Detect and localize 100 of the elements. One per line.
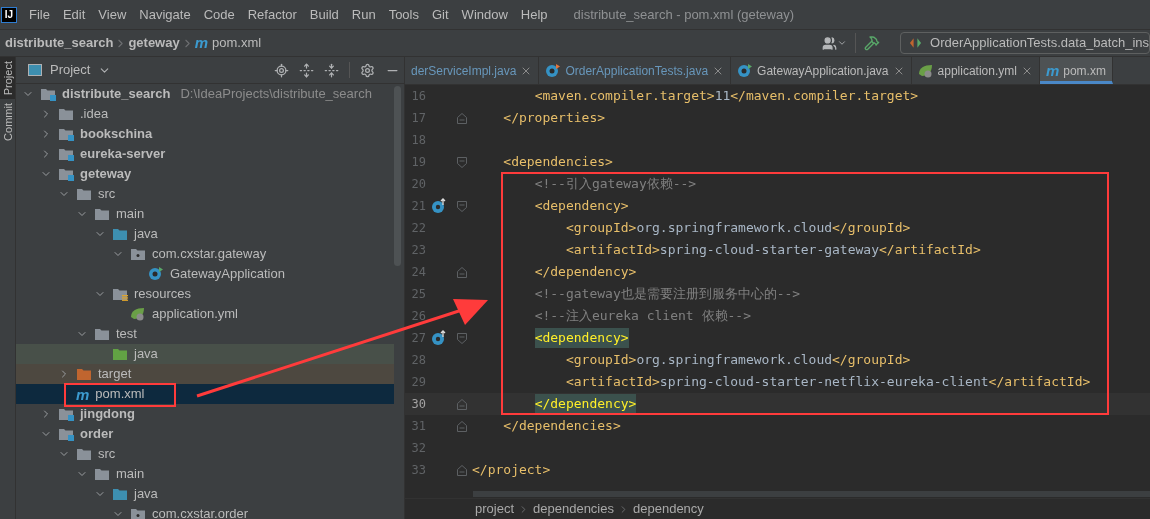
folder-icon xyxy=(94,467,110,481)
menu-item[interactable]: Refactor xyxy=(247,4,297,25)
line-number: 30 xyxy=(410,396,426,413)
class-icon xyxy=(737,62,754,79)
tree-item[interactable]: bookschina xyxy=(16,124,394,144)
maven-icon: m xyxy=(194,31,209,55)
tree-item[interactable]: .idea xyxy=(16,104,394,124)
editor-tab[interactable]: m pom.xm xyxy=(1039,57,1113,84)
nav-crumb[interactable]: pom.xml xyxy=(212,33,262,53)
code-line: <dependencies> xyxy=(502,153,613,172)
line-number: 32 xyxy=(410,440,426,457)
leaf-icon xyxy=(917,62,934,79)
tree-item[interactable]: application.yml xyxy=(16,304,394,324)
tree-item[interactable]: test xyxy=(16,324,394,344)
implemented-marker-icon[interactable] xyxy=(431,198,447,214)
unfold-marker-icon[interactable] xyxy=(457,420,467,432)
tree-item[interactable]: com.cxstar.order xyxy=(16,504,394,519)
tree-item[interactable]: main xyxy=(16,204,394,224)
expand-all-icon[interactable] xyxy=(299,62,314,78)
editor-tab[interactable]: derServiceImpl.java xyxy=(405,57,540,84)
editor-tab[interactable]: OrderApplicationTests.java xyxy=(539,57,732,84)
module-folder-icon xyxy=(58,147,74,161)
code-breadcrumb[interactable]: project xyxy=(475,499,515,519)
unfold-marker-icon[interactable] xyxy=(457,266,467,278)
fold-marker-icon[interactable] xyxy=(457,332,467,344)
tab-label: GatewayApplication.java xyxy=(757,62,889,80)
code-line: <dependency> xyxy=(533,197,629,216)
module-folder-icon xyxy=(58,427,74,441)
tree-item[interactable]: src xyxy=(16,184,394,204)
line-number: 27 xyxy=(410,330,426,347)
module-folder-icon xyxy=(40,87,56,101)
line-number: 31 xyxy=(410,418,426,435)
menu-item[interactable]: Help xyxy=(520,4,548,25)
implemented-marker-icon[interactable] xyxy=(431,330,447,346)
menu-item[interactable]: View xyxy=(98,4,127,25)
tool-window-tab[interactable]: Project xyxy=(0,57,15,100)
locate-icon[interactable] xyxy=(274,62,289,78)
menu-item[interactable]: Window xyxy=(461,4,508,25)
folder-icon xyxy=(94,207,110,221)
tree-item[interactable]: com.cxstar.gateway xyxy=(16,244,394,264)
tab-label: derServiceImpl.java xyxy=(411,62,517,80)
tree-item-label: eureka-server xyxy=(80,145,166,164)
unfold-marker-icon[interactable] xyxy=(457,464,467,476)
menu-item[interactable]: Edit xyxy=(62,4,86,25)
nav-crumb[interactable]: geteway xyxy=(128,33,180,53)
line-number: 22 xyxy=(410,220,426,237)
build-hammer-icon[interactable] xyxy=(864,35,880,51)
fold-marker-icon[interactable] xyxy=(457,156,467,168)
menu-item[interactable]: Navigate xyxy=(139,4,191,25)
line-number: 23 xyxy=(410,242,426,259)
tree-item-label: resources xyxy=(134,285,192,304)
tree-item[interactable]: src xyxy=(16,444,394,464)
tab-label: OrderApplicationTests.java xyxy=(565,62,709,80)
tree-item-label: java xyxy=(134,225,158,244)
nav-crumb[interactable]: distribute_search xyxy=(5,33,114,53)
code-line: </dependencies> xyxy=(502,417,621,436)
code-breadcrumb[interactable]: dependencies xyxy=(533,499,614,519)
source-folder-icon xyxy=(112,227,128,241)
code-breadcrumb[interactable]: dependency xyxy=(633,499,704,519)
tree-item-label: src xyxy=(98,185,116,204)
panel-title[interactable]: Project xyxy=(50,60,91,80)
line-number: 21 xyxy=(410,198,426,215)
menu-item[interactable]: Run xyxy=(351,4,376,25)
unfold-marker-icon[interactable] xyxy=(457,398,467,410)
tree-item[interactable]: java xyxy=(16,484,394,504)
menu-item[interactable]: File xyxy=(29,4,50,25)
tree-item[interactable]: target xyxy=(16,364,394,384)
tree-item[interactable]: resources xyxy=(16,284,394,304)
tree-item[interactable]: m pom.xml xyxy=(16,384,394,404)
code-line: <groupId>org.springframework.cloud</groupId> xyxy=(564,219,911,238)
tree-item-label: src xyxy=(98,445,116,464)
menu-item[interactable]: Git xyxy=(432,4,449,25)
test-folder-icon xyxy=(112,347,128,361)
menu-item[interactable]: Tools xyxy=(388,4,419,25)
editor-tab[interactable]: application.yml xyxy=(911,57,1040,84)
tree-item[interactable]: java xyxy=(16,344,394,364)
fold-marker-icon[interactable] xyxy=(457,200,467,212)
unfold-marker-icon[interactable] xyxy=(457,112,467,124)
window-title: distribute_search - pom.xml (geteway) xyxy=(573,5,794,24)
source-folder-icon xyxy=(112,487,128,501)
line-number: 20 xyxy=(410,176,426,193)
tree-item[interactable]: java xyxy=(16,224,394,244)
tree-item[interactable]: geteway xyxy=(16,164,394,184)
menu-item[interactable]: Code xyxy=(203,4,235,25)
tree-item[interactable]: main xyxy=(16,464,394,484)
run-config-dropdown[interactable]: OrderApplicationTests.data_batch_ins xyxy=(900,32,1150,54)
tree-item[interactable]: distribute_search D:\IdeaProjects\distribute_search xyxy=(16,84,394,104)
tree-item[interactable]: jingdong xyxy=(16,404,394,424)
tree-item[interactable]: GatewayApplication xyxy=(16,264,394,284)
tool-window-tab[interactable]: Commit xyxy=(0,99,15,146)
editor-tab[interactable]: GatewayApplication.java xyxy=(731,57,912,84)
tree-item-label: main xyxy=(116,465,145,484)
menu-item[interactable]: Build xyxy=(309,4,339,25)
account-icon[interactable] xyxy=(822,35,847,51)
tree-item-label: test xyxy=(116,325,137,344)
tree-item[interactable]: eureka-server xyxy=(16,144,394,164)
tree-item[interactable]: order xyxy=(16,424,394,444)
tree-item-label: pom.xml xyxy=(95,385,145,404)
settings-icon[interactable] xyxy=(360,62,375,78)
collapse-all-icon[interactable] xyxy=(324,62,339,78)
